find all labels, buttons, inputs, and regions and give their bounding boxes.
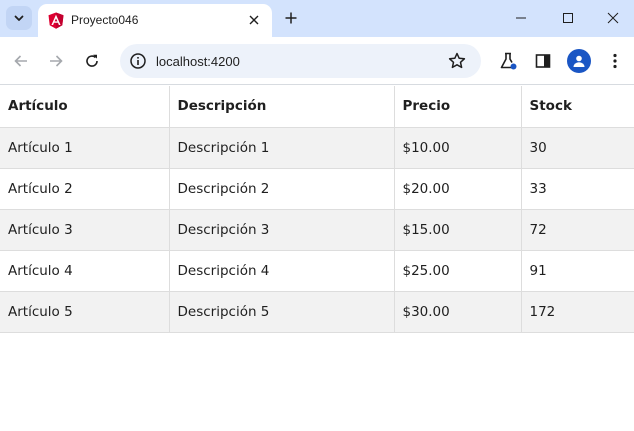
cell-articulo: Artículo 3 <box>0 209 170 251</box>
new-tab-button[interactable] <box>281 8 301 28</box>
forward-button[interactable] <box>44 49 68 73</box>
minimize-icon <box>516 17 526 18</box>
url-text: localhost:4200 <box>156 54 240 69</box>
cell-articulo: Artículo 2 <box>0 168 170 210</box>
cell-descripcion: Descripción 2 <box>169 168 395 210</box>
cell-precio: $15.00 <box>394 209 522 251</box>
cell-precio: $10.00 <box>394 127 522 169</box>
cell-stock: 72 <box>521 209 634 251</box>
reload-button[interactable] <box>80 49 104 73</box>
maximize-button[interactable] <box>545 0 591 35</box>
angular-logo-icon <box>48 12 64 29</box>
cell-stock: 30 <box>521 127 634 169</box>
side-panel-button[interactable] <box>531 49 555 73</box>
page-content: Artículo Descripción Precio Stock Artícu… <box>0 86 634 431</box>
minimize-button[interactable] <box>498 0 544 35</box>
tab-search-button[interactable] <box>6 6 32 30</box>
cell-precio: $20.00 <box>394 168 522 210</box>
column-header-articulo: Artículo <box>0 86 170 128</box>
cell-descripcion: Descripción 1 <box>169 127 395 169</box>
info-icon[interactable] <box>129 52 147 70</box>
address-bar[interactable]: localhost:4200 <box>120 44 481 78</box>
cell-descripcion: Descripción 5 <box>169 291 395 333</box>
cell-articulo: Artículo 4 <box>0 250 170 292</box>
table-row: Artículo 5 Descripción 5 $30.00 172 <box>0 291 634 333</box>
menu-button[interactable] <box>603 49 627 73</box>
close-window-button[interactable] <box>590 0 634 35</box>
column-header-precio: Precio <box>394 86 522 128</box>
browser-tab[interactable]: Proyecto046 <box>38 4 272 37</box>
table-row: Artículo 1 Descripción 1 $10.00 30 <box>0 127 634 169</box>
plus-icon <box>285 12 297 24</box>
close-icon <box>607 12 619 23</box>
close-icon <box>249 15 259 25</box>
table-header-row: Artículo Descripción Precio Stock <box>0 86 634 128</box>
person-icon <box>573 55 585 67</box>
tab-strip: Proyecto046 <box>0 0 634 37</box>
tab-close-button[interactable] <box>245 11 263 29</box>
cell-articulo: Artículo 1 <box>0 127 170 169</box>
profile-avatar[interactable] <box>567 49 591 73</box>
table-row: Artículo 3 Descripción 3 $15.00 72 <box>0 209 634 251</box>
arrow-right-icon <box>50 55 63 67</box>
arrow-left-icon <box>14 55 27 67</box>
articles-table: Artículo Descripción Precio Stock Artícu… <box>0 86 634 333</box>
table-row: Artículo 2 Descripción 2 $20.00 33 <box>0 168 634 210</box>
back-button[interactable] <box>9 49 33 73</box>
column-header-stock: Stock <box>521 86 634 128</box>
column-header-descripcion: Descripción <box>169 86 395 128</box>
cell-stock: 172 <box>521 291 634 333</box>
table-row: Artículo 4 Descripción 4 $25.00 91 <box>0 250 634 292</box>
cell-precio: $25.00 <box>394 250 522 292</box>
cell-stock: 91 <box>521 250 634 292</box>
chevron-down-icon <box>14 15 24 21</box>
cell-descripcion: Descripción 3 <box>169 209 395 251</box>
reload-icon <box>86 54 98 67</box>
labs-button[interactable] <box>496 49 520 73</box>
side-panel-icon <box>535 54 551 68</box>
maximize-icon <box>563 12 573 23</box>
cell-descripcion: Descripción 4 <box>169 250 395 292</box>
more-vert-icon <box>613 53 617 69</box>
flask-icon <box>500 52 517 70</box>
tab-title: Proyecto046 <box>71 13 139 27</box>
cell-articulo: Artículo 5 <box>0 291 170 333</box>
cell-stock: 33 <box>521 168 634 210</box>
cell-precio: $30.00 <box>394 291 522 333</box>
star-icon[interactable] <box>447 51 467 71</box>
browser-toolbar: localhost:4200 <box>0 37 634 85</box>
